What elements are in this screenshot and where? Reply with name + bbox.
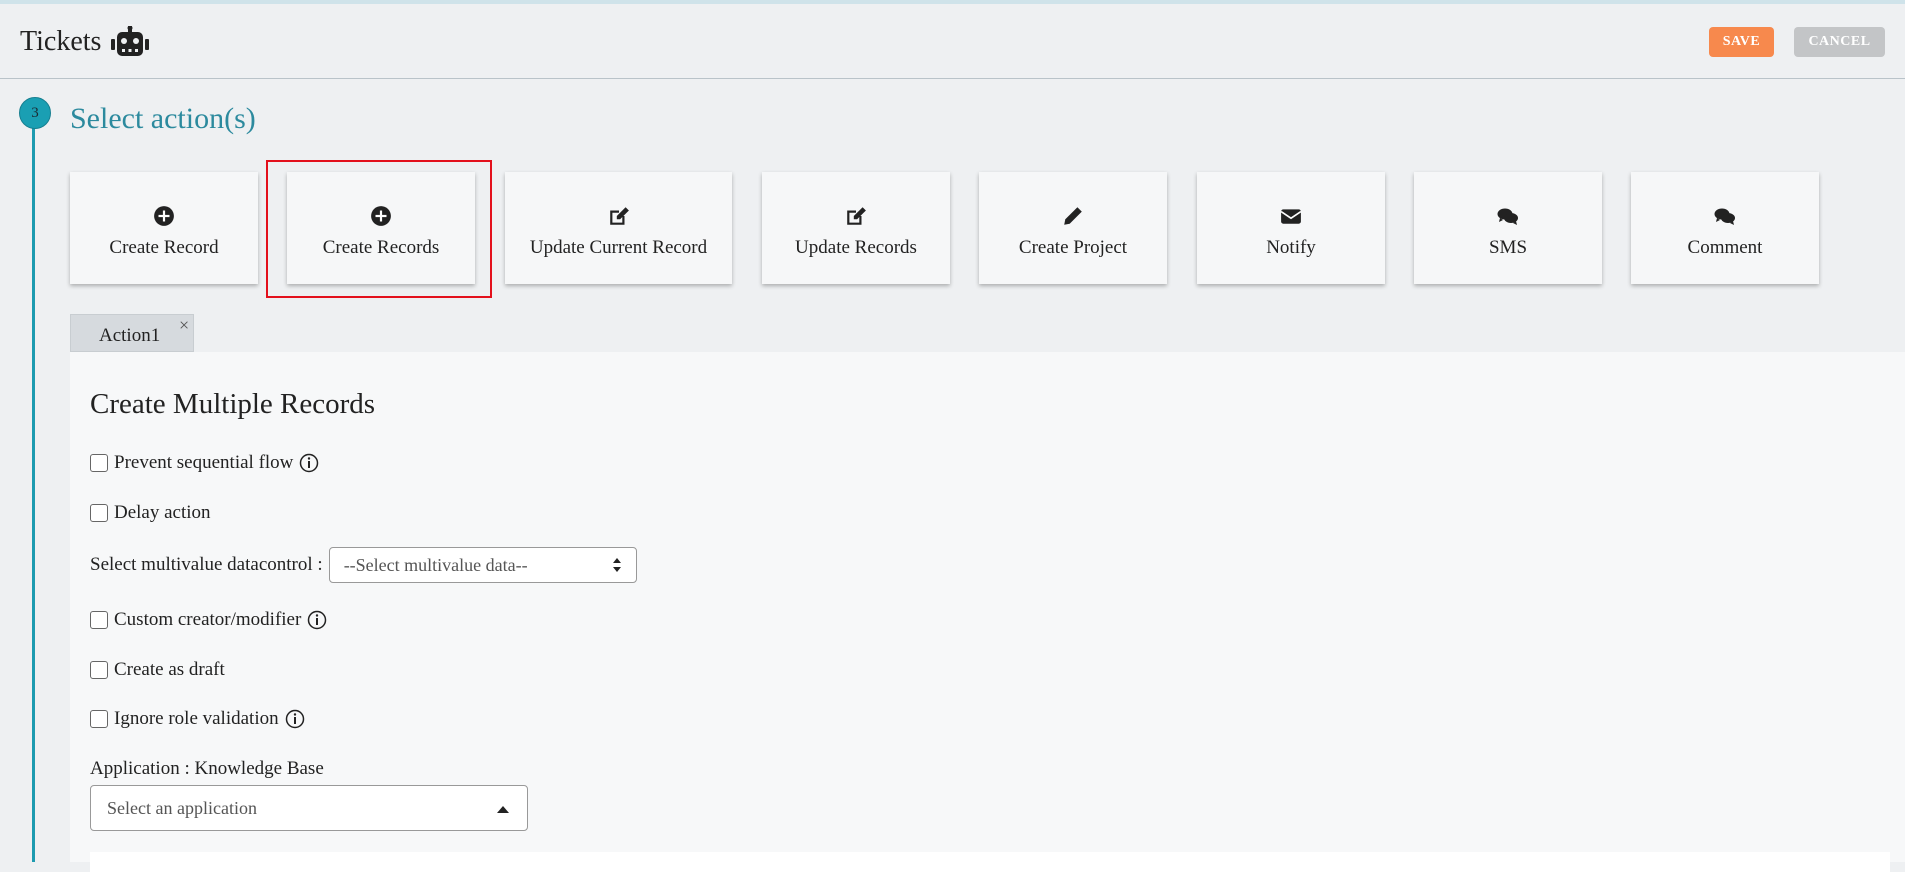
- custom-creator-row: Custom creator/modifier: [90, 609, 327, 631]
- action-card-comment[interactable]: Comment: [1631, 172, 1819, 284]
- save-button[interactable]: SAVE: [1709, 27, 1774, 57]
- action-label: Create Record: [109, 237, 219, 258]
- multivalue-row: Select multivalue datacontrol : --Select…: [90, 547, 637, 583]
- info-icon[interactable]: [285, 709, 305, 729]
- caret-up-icon: [497, 806, 509, 813]
- prevent-sequential-flow-checkbox[interactable]: [90, 454, 108, 472]
- panel-title: Create Multiple Records: [90, 388, 376, 420]
- action-card-notify[interactable]: Notify: [1197, 172, 1385, 284]
- cancel-button[interactable]: CANCEL: [1794, 27, 1885, 57]
- page-title: Tickets: [20, 26, 150, 58]
- ignore-role-validation-label: Ignore role validation: [114, 708, 279, 729]
- delay-action-label: Delay action: [114, 502, 211, 523]
- create-as-draft-row: Create as draft: [90, 659, 225, 681]
- page-header: Tickets SAVE CANCEL: [0, 4, 1905, 79]
- step-timeline-line: [32, 100, 35, 862]
- edit-icon: [847, 207, 866, 225]
- delay-action-checkbox[interactable]: [90, 504, 108, 522]
- close-icon[interactable]: ×: [179, 315, 189, 336]
- comments-icon: [1497, 208, 1518, 225]
- prevent-sequential-flow-row: Prevent sequential flow: [90, 452, 319, 474]
- action-card-sms[interactable]: SMS: [1414, 172, 1602, 284]
- comments-icon: [1714, 208, 1735, 225]
- action-label: SMS: [1488, 237, 1528, 258]
- action-panel: Create Multiple Records Prevent sequenti…: [70, 352, 1905, 872]
- delay-action-row: Delay action: [90, 502, 211, 524]
- ignore-role-validation-row: Ignore role validation: [90, 708, 305, 730]
- action-card-create-record[interactable]: Create Record: [70, 172, 258, 284]
- action-card-create-records[interactable]: Create Records: [287, 172, 475, 284]
- pencil-icon: [1064, 207, 1082, 225]
- multivalue-select-value: --Select multivalue data--: [343, 555, 528, 575]
- action-card-update-records[interactable]: Update Records: [762, 172, 950, 284]
- robot-icon: [111, 26, 150, 56]
- custom-creator-checkbox[interactable]: [90, 611, 108, 629]
- ignore-role-validation-checkbox[interactable]: [90, 710, 108, 728]
- edit-icon: [609, 207, 629, 225]
- application-label: Application : Knowledge Base: [90, 758, 324, 779]
- create-as-draft-checkbox[interactable]: [90, 661, 108, 679]
- section-title: Select action(s): [70, 102, 256, 135]
- multivalue-label: Select multivalue datacontrol :: [90, 554, 323, 575]
- next-section-box: [90, 852, 1890, 872]
- page-title-text: Tickets: [20, 26, 102, 57]
- action-label: Create Project: [1018, 237, 1128, 258]
- step-number-badge: 3: [19, 97, 51, 129]
- multivalue-select[interactable]: --Select multivalue data--: [328, 547, 637, 583]
- create-as-draft-label: Create as draft: [114, 659, 225, 680]
- action-label: Comment: [1687, 237, 1763, 258]
- action-label: Update Records: [795, 237, 917, 258]
- prevent-sequential-flow-label: Prevent sequential flow: [114, 452, 294, 473]
- action-label: Create Records: [322, 237, 440, 258]
- info-icon[interactable]: [307, 610, 327, 630]
- plus-circle-icon: [154, 206, 174, 226]
- envelope-icon: [1280, 209, 1302, 224]
- application-select[interactable]: Select an application: [90, 785, 528, 831]
- action-card-update-current-record[interactable]: Update Current Record: [505, 172, 732, 284]
- action-label: Update Current Record: [529, 237, 708, 258]
- action-label: Notify: [1266, 237, 1316, 258]
- tab-action1[interactable]: Action1 ×: [70, 314, 194, 352]
- application-select-value: Select an application: [107, 798, 257, 818]
- tab-label: Action1: [99, 325, 161, 346]
- custom-creator-label: Custom creator/modifier: [114, 609, 302, 630]
- sort-arrows-icon: [612, 558, 621, 572]
- info-icon[interactable]: [299, 453, 319, 473]
- action-card-create-project[interactable]: Create Project: [979, 172, 1167, 284]
- plus-circle-icon: [371, 206, 391, 226]
